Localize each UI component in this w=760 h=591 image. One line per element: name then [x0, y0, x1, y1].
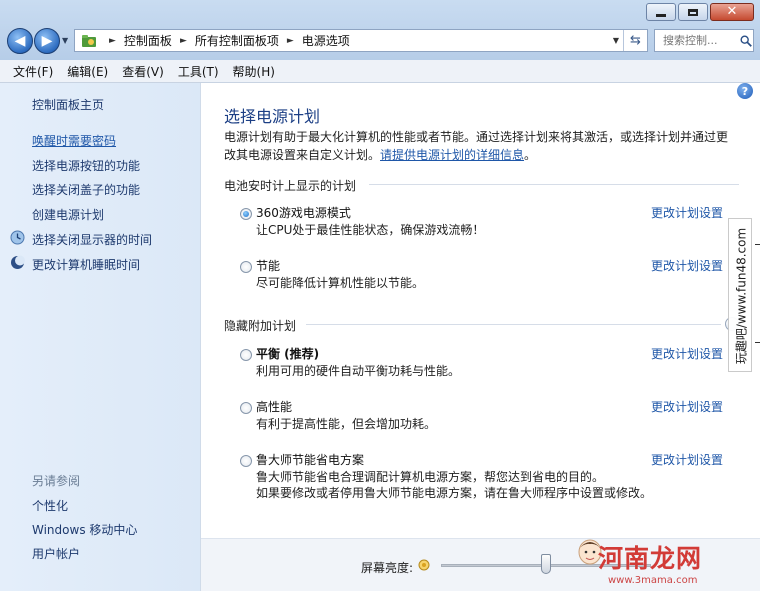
task-pane: 控制面板主页 唤醒时需要密码 选择电源按钮的功能 选择关闭盖子的功能 创建电源计… — [0, 83, 201, 591]
search-icon[interactable] — [739, 33, 753, 49]
breadcrumb-all-items[interactable]: 所有控制面板项 — [195, 32, 279, 49]
see-also-mobility-center[interactable]: Windows 移动中心 — [32, 521, 137, 538]
intro-text: 电源计划有助于最大化计算机的性能或者节能。通过选择计划来将其激活，或选择计划并通… — [224, 128, 739, 164]
intro-end: 。 — [524, 148, 537, 162]
main-content: ? 选择电源计划 电源计划有助于最大化计算机的性能或者节能。通过选择计划来将其激… — [201, 83, 760, 591]
search-input[interactable] — [661, 33, 739, 48]
plan-desc-ludashi-2: 如果要修改或者停用鲁大师节能电源方案，请在鲁大师程序中设置或修改。 — [256, 486, 653, 500]
search-box — [654, 29, 754, 52]
plan-radio-power-saver[interactable] — [240, 261, 252, 273]
refresh-button[interactable]: ⇆ — [623, 30, 647, 51]
sidebar-item-create-plan[interactable]: 创建电源计划 — [32, 206, 104, 223]
plan-radio-high-performance[interactable] — [240, 402, 252, 414]
menu-view[interactable]: 查看(V) — [115, 63, 171, 80]
minimize-button[interactable] — [646, 3, 676, 21]
breadcrumb: ► 控制面板 ► 所有控制面板项 ► 电源选项 — [101, 32, 350, 49]
back-button[interactable]: ◀ — [7, 28, 33, 54]
menu-edit[interactable]: 编辑(E) — [60, 63, 115, 80]
sidebar-item-power-button[interactable]: 选择电源按钮的功能 — [32, 157, 140, 174]
watermark-tick — [755, 342, 760, 343]
corner-watermark: 河南龙网 www.3mama.com — [576, 535, 760, 591]
page-title: 选择电源计划 — [224, 107, 321, 126]
plan-details-link[interactable]: 请提供电源计划的详细信息 — [380, 148, 524, 162]
chevron-right-icon[interactable]: ► — [109, 36, 116, 46]
sidebar-item-sleep-time[interactable]: 更改计算机睡眠时间 — [32, 256, 140, 273]
chevron-right-icon[interactable]: ► — [180, 36, 187, 46]
group-divider — [306, 324, 721, 325]
plan-radio-balanced[interactable] — [240, 349, 252, 361]
recent-pages-dropdown[interactable]: ▼ — [62, 36, 68, 45]
change-plan-settings-link-power-saver[interactable]: 更改计划设置 — [651, 257, 723, 274]
back-arrow-icon: ◀ — [14, 33, 26, 49]
menu-help[interactable]: 帮助(H) — [226, 63, 282, 80]
brightness-label: 屏幕亮度: — [361, 561, 414, 575]
minimize-icon — [656, 13, 666, 17]
change-plan-settings-link-ludashi[interactable]: 更改计划设置 — [651, 451, 723, 468]
breadcrumb-control-panel[interactable]: 控制面板 — [124, 32, 172, 49]
sidebar-item-wake-password[interactable]: 唤醒时需要密码 — [32, 132, 116, 149]
help-icon[interactable]: ? — [737, 83, 753, 99]
plan-name-balanced[interactable]: 平衡 (推荐) — [256, 345, 319, 362]
change-plan-settings-link-high-performance[interactable]: 更改计划设置 — [651, 398, 723, 415]
plan-radio-360[interactable] — [240, 208, 252, 220]
moon-icon — [11, 255, 25, 269]
side-watermark: 玩趣吧/www.fun48.com — [728, 218, 752, 372]
control-panel-icon — [82, 34, 96, 47]
breadcrumb-power-options[interactable]: 电源选项 — [302, 32, 350, 49]
close-button[interactable]: ✕ — [710, 3, 754, 21]
chevron-right-icon[interactable]: ► — [287, 36, 294, 46]
address-bar[interactable]: ► 控制面板 ► 所有控制面板项 ► 电源选项 ▼ ⇆ — [74, 29, 648, 52]
plan-name-360[interactable]: 360游戏电源模式 — [256, 204, 351, 221]
side-watermark-text: 玩趣吧/www.fun48.com — [734, 227, 749, 365]
battery-meter-plans-heading: 电池安时计上显示的计划 — [224, 179, 357, 193]
maximize-button[interactable] — [678, 3, 708, 21]
hidden-plans-heading: 隐藏附加计划 — [224, 319, 297, 333]
plan-desc-360: 让CPU处于最佳性能状态，确保游戏流畅！ — [256, 223, 485, 237]
see-also-personalization[interactable]: 个性化 — [32, 497, 68, 514]
address-dropdown-icon[interactable]: ▼ — [613, 36, 619, 45]
watermark-url: www.3mama.com — [608, 575, 698, 586]
brightness-slider-thumb[interactable] — [541, 554, 551, 574]
plan-name-power-saver[interactable]: 节能 — [256, 257, 280, 274]
watermark-tick — [755, 244, 760, 245]
forward-button[interactable]: ▶ — [34, 28, 60, 54]
control-panel-home-link[interactable]: 控制面板主页 — [32, 96, 104, 113]
menu-file[interactable]: 文件(F) — [0, 63, 60, 80]
menu-bar: 文件(F) 编辑(E) 查看(V) 工具(T) 帮助(H) — [0, 60, 760, 83]
change-plan-settings-link-360[interactable]: 更改计划设置 — [651, 204, 723, 221]
plan-radio-ludashi[interactable] — [240, 455, 252, 467]
refresh-icon: ⇆ — [630, 33, 641, 48]
see-also-user-accounts[interactable]: 用户帐户 — [32, 545, 80, 562]
close-icon: ✕ — [726, 4, 738, 19]
sidebar-item-lid-close[interactable]: 选择关闭盖子的功能 — [32, 181, 140, 198]
plan-desc-high-performance: 有利于提高性能，但会增加功耗。 — [256, 417, 437, 431]
navigation-bar: ◀ ▶ ▼ ► 控制面板 ► 所有控制面板项 ► 电源选项 ▼ ⇆ — [0, 26, 760, 58]
caption-buttons: ✕ — [644, 3, 754, 21]
plan-desc-balanced: 利用可用的硬件自动平衡功耗与性能。 — [256, 364, 461, 378]
change-plan-settings-link-balanced[interactable]: 更改计划设置 — [651, 345, 723, 362]
dim-sun-icon — [418, 559, 430, 571]
maximize-icon — [688, 8, 698, 16]
plan-name-high-performance[interactable]: 高性能 — [256, 398, 292, 415]
menu-tools[interactable]: 工具(T) — [171, 63, 226, 80]
plan-desc-power-saver: 尽可能降低计算机性能以节能。 — [256, 276, 425, 290]
plan-desc-ludashi: 鲁大师节能省电合理调配计算机电源方案，帮您达到省电的目的。 — [256, 470, 605, 484]
monitor-icon — [10, 230, 25, 245]
see-also-heading: 另请参阅 — [32, 474, 81, 488]
watermark-logo-text: 河南龙网 — [598, 544, 703, 573]
plan-name-ludashi[interactable]: 鲁大师节能省电方案 — [256, 451, 364, 468]
control-panel-window: ✕ ◀ ▶ ▼ ► 控制面板 ► 所有控制面板项 ► 电源选项 ▼ ⇆ 搜索控制… — [0, 0, 760, 591]
sidebar-item-display-off[interactable]: 选择关闭显示器的时间 — [32, 231, 152, 248]
group-divider — [369, 184, 739, 185]
forward-arrow-icon: ▶ — [41, 33, 53, 49]
